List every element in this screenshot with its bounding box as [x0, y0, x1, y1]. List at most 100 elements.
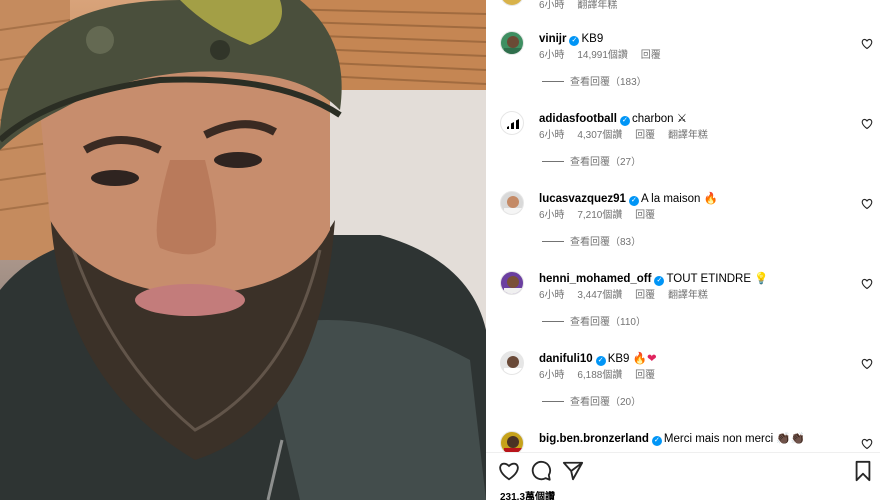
comments-panel: 6小時 翻譯年糕 vinijr ✓ KB9 6小時 14,991個讚 回覆 查看回覆… — [486, 0, 880, 500]
comment-likes[interactable]: 6,188個讚 — [577, 370, 622, 381]
comment-text: KB9 — [607, 353, 630, 365]
comment-partial-top: 6小時 翻譯年糕 — [486, 0, 880, 12]
comment-meta: 6小時 4,307個讚 回覆 翻譯年糕 — [539, 130, 718, 142]
avatar[interactable] — [500, 111, 524, 135]
post-viewer: 6小時 翻譯年糕 vinijr ✓ KB9 6小時 14,991個讚 回覆 查看回覆… — [0, 0, 880, 500]
comment-item: lucasvazquez91 ✓ A la maison 🔥 6小時 7,210個讚… — [486, 191, 880, 271]
comment-meta: 6小時 14,991個讚 回覆 — [539, 50, 671, 62]
verified-badge-icon: ✓ — [569, 36, 580, 46]
comments-list[interactable]: 6小時 翻譯年糕 vinijr ✓ KB9 6小時 14,991個讚 回覆 查看回覆… — [486, 0, 880, 452]
comment-text: A la maison — [640, 193, 701, 205]
comment-meta: 6小時 6,188個讚 回覆 — [539, 370, 665, 382]
view-replies-text: 查看回覆（110） — [570, 317, 646, 328]
replies-dash — [542, 161, 564, 162]
comment-text-line: vinijr ✓ KB9 — [539, 31, 603, 47]
comment-icon[interactable] — [530, 460, 552, 482]
lightbulb-emoji: 💡 — [754, 273, 769, 285]
fire-emoji: 🔥 — [703, 193, 718, 205]
view-replies-link[interactable]: 查看回覆（20） — [542, 397, 641, 409]
reply-link[interactable]: 回覆 — [635, 290, 655, 301]
send-icon[interactable] — [562, 460, 584, 482]
comment-time: 6小時 — [539, 50, 565, 61]
comment-item: danifuli10 ✓ KB9 🔥❤ 6小時 6,188個讚 回覆 查看回覆（20… — [486, 351, 880, 431]
comment-time: 6小時 — [539, 0, 565, 11]
comment-text-line: adidasfootball ✓ charbon ⚔ — [539, 111, 687, 127]
comment-text: TOUT ETINDRE — [666, 273, 752, 285]
comment-item: big.ben.bronzerland ✓ Merci mais non merci… — [486, 431, 880, 452]
translate-link[interactable]: 翻譯年糕 — [668, 130, 708, 141]
avatar[interactable] — [500, 31, 524, 55]
reply-link[interactable]: 回覆 — [635, 130, 655, 141]
comment-username[interactable]: big.ben.bronzerland — [539, 433, 649, 445]
avatar[interactable] — [500, 271, 524, 295]
comment-text-line: danifuli10 ✓ KB9 🔥❤ — [539, 351, 657, 367]
fire-heart-emoji: 🔥❤ — [632, 353, 657, 365]
view-replies-text: 查看回覆（27） — [570, 157, 642, 168]
comment-time: 6小時 — [539, 290, 565, 301]
verified-badge-icon: ✓ — [595, 356, 606, 366]
view-replies-text: 查看回覆（183） — [570, 77, 647, 88]
comment-meta: 6小時 7,210個讚 回覆 — [539, 210, 665, 222]
comment-likes[interactable]: 7,210個讚 — [577, 210, 622, 221]
post-photo[interactable] — [0, 0, 486, 500]
reply-link[interactable]: 回覆 — [641, 50, 661, 61]
comment-item: vinijr ✓ KB9 6小時 14,991個讚 回覆 查看回覆（183） — [486, 31, 880, 111]
avatar[interactable] — [500, 431, 524, 452]
post-likes-count[interactable]: 231.3萬個讚 — [500, 492, 555, 500]
view-replies-link[interactable]: 查看回覆（83） — [542, 237, 641, 249]
verified-badge-icon: ✓ — [619, 116, 630, 126]
reply-link[interactable]: 回覆 — [635, 370, 655, 381]
comment-item: henni_mohamed_off ✓ TOUT ETINDRE 💡 6小時 3,4… — [486, 271, 880, 351]
translate-link[interactable]: 翻譯年糕 — [668, 290, 708, 301]
view-replies-link[interactable]: 查看回覆（27） — [542, 157, 641, 169]
heart-icon[interactable] — [861, 278, 873, 290]
comment-time: 6小時 — [539, 370, 565, 381]
comment-text: Merci mais non merci — [663, 433, 774, 445]
heart-icon[interactable] — [861, 38, 873, 50]
replies-dash — [542, 321, 564, 322]
heart-icon[interactable] — [861, 438, 873, 450]
translate-link[interactable]: 翻譯年糕 — [577, 0, 617, 11]
verified-badge-icon: ✓ — [651, 436, 662, 446]
replies-dash — [542, 81, 564, 82]
heart-icon[interactable] — [861, 358, 873, 370]
comment-text-line: big.ben.bronzerland ✓ Merci mais non merci… — [539, 431, 805, 447]
comment-text-line: henni_mohamed_off ✓ TOUT ETINDRE 💡 — [539, 271, 769, 287]
verified-badge-icon: ✓ — [654, 276, 665, 286]
comment-username[interactable]: vinijr — [539, 33, 566, 45]
view-replies-link[interactable]: 查看回覆（110） — [542, 317, 646, 329]
comment-likes[interactable]: 14,991個讚 — [577, 50, 628, 61]
heart-icon[interactable] — [861, 198, 873, 210]
avatar[interactable] — [500, 351, 524, 375]
comment-item: adidasfootball ✓ charbon ⚔ 6小時 4,307個讚 回覆 … — [486, 111, 880, 191]
panel-divider — [486, 452, 880, 453]
comment-text: charbon — [631, 113, 674, 125]
heart-icon[interactable] — [498, 460, 520, 482]
lips — [135, 284, 245, 316]
comment-likes[interactable]: 4,307個讚 — [577, 130, 622, 141]
comment-username[interactable]: adidasfootball — [539, 113, 617, 125]
comment-meta: 6小時 翻譯年糕 — [539, 0, 627, 12]
comment-username[interactable]: lucasvazquez91 — [539, 193, 626, 205]
comment-text: KB9 — [581, 33, 604, 45]
clapping-emoji: 👏🏿👏🏿 — [776, 433, 806, 445]
comment-username[interactable]: danifuli10 — [539, 353, 593, 365]
comment-username[interactable]: henni_mohamed_off — [539, 273, 651, 285]
comment-text-line: lucasvazquez91 ✓ A la maison 🔥 — [539, 191, 718, 207]
comment-time: 6小時 — [539, 130, 565, 141]
avatar[interactable] — [500, 191, 524, 215]
avatar[interactable] — [500, 0, 524, 6]
bookmark-icon[interactable] — [852, 460, 874, 482]
verified-badge-icon: ✓ — [628, 196, 639, 206]
replies-dash — [542, 401, 564, 402]
reply-link[interactable]: 回覆 — [635, 210, 655, 221]
heart-icon[interactable] — [861, 118, 873, 130]
comment-likes[interactable]: 3,447個讚 — [577, 290, 622, 301]
selfie-image — [0, 0, 486, 500]
comment-time: 6小時 — [539, 210, 565, 221]
view-replies-text: 查看回覆（20） — [570, 397, 642, 408]
view-replies-text: 查看回覆（83） — [570, 237, 642, 248]
comment-meta: 6小時 3,447個讚 回覆 翻譯年糕 — [539, 290, 718, 302]
view-replies-link[interactable]: 查看回覆（183） — [542, 77, 647, 89]
replies-dash — [542, 241, 564, 242]
